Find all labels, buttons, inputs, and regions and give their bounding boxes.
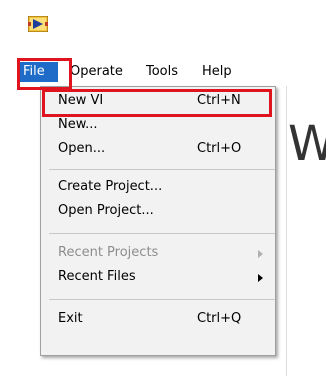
menu-item-shortcut: Ctrl+O: [197, 141, 242, 156]
menu-item-label: New...: [58, 117, 98, 132]
new-vi-highlight-box: [42, 89, 272, 117]
menu-item-label: Recent Projects: [58, 245, 159, 260]
menu-help[interactable]: Help: [202, 62, 232, 82]
menu-item-label: Open...: [58, 141, 106, 156]
menu-item-open[interactable]: Open... Ctrl+O: [41, 139, 275, 163]
menu-separator: [49, 233, 275, 234]
background-title-fragment: W: [288, 116, 326, 172]
menu-operate[interactable]: Operate: [70, 62, 123, 82]
chevron-right-icon: [258, 274, 263, 282]
menu-item-create-project[interactable]: Create Project...: [41, 177, 275, 201]
menu-item-label: Exit: [58, 311, 83, 326]
menu-item-new[interactable]: New...: [41, 115, 275, 139]
labview-app-icon: [28, 16, 48, 32]
menu-item-label: Recent Files: [58, 269, 136, 284]
menu-separator: [49, 299, 275, 300]
menu-item-label: Open Project...: [58, 203, 154, 218]
menu-item-exit[interactable]: Exit Ctrl+Q: [41, 309, 275, 333]
menu-separator: [49, 169, 275, 170]
menu-item-recent-files[interactable]: Recent Files: [41, 267, 275, 291]
menu-item-open-project[interactable]: Open Project...: [41, 201, 275, 225]
file-menu-highlight-box: [17, 58, 72, 90]
chevron-right-icon: [258, 250, 263, 258]
menu-item-label: Create Project...: [58, 179, 163, 194]
menu-item-shortcut: Ctrl+Q: [197, 311, 242, 326]
menu-item-recent-projects: Recent Projects: [41, 243, 275, 267]
file-menu-dropdown: New VI Ctrl+N New... Open... Ctrl+O Crea…: [40, 86, 276, 356]
menu-tools[interactable]: Tools: [146, 62, 178, 82]
